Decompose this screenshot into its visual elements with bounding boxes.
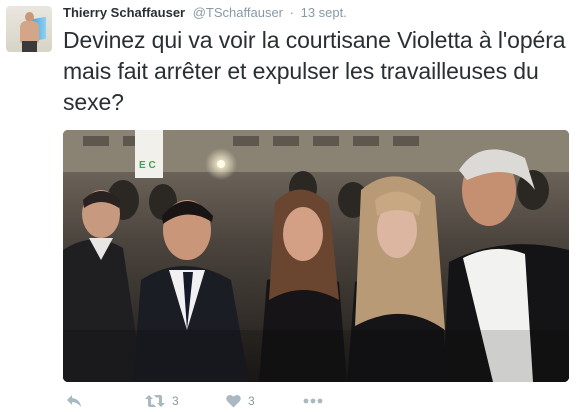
- retweet-count: 3: [172, 394, 179, 408]
- retweet-icon: [145, 395, 165, 407]
- reply-button[interactable]: [66, 391, 82, 411]
- reply-icon: [67, 395, 81, 407]
- avatar-body-shape: [20, 21, 39, 43]
- more-dots-icon: [303, 398, 323, 404]
- like-button[interactable]: 3: [226, 391, 255, 411]
- retweet-button[interactable]: 3: [145, 391, 179, 411]
- author-name[interactable]: Thierry Schaffauser: [63, 5, 185, 20]
- tweet-card: Thierry Schaffauser @TSchaffauser · 13 s…: [0, 0, 580, 412]
- tweet-photo[interactable]: E C: [63, 130, 569, 382]
- photo-vignette: [63, 330, 569, 382]
- tweet-header: Thierry Schaffauser @TSchaffauser · 13 s…: [63, 5, 347, 21]
- building-windows: [83, 136, 419, 146]
- lamp: [217, 160, 225, 168]
- avatar-legs-shape: [22, 41, 37, 52]
- author-handle[interactable]: @TSchaffauser: [193, 5, 283, 20]
- action-bar: 3 3: [63, 391, 563, 411]
- banner-text: E C: [139, 160, 156, 171]
- tweet-text: Devinez qui va voir la courtisane Violet…: [63, 27, 566, 115]
- photo-scene: E C: [63, 130, 569, 382]
- avatar[interactable]: [6, 6, 52, 52]
- heart-icon: [226, 394, 241, 408]
- header-separator: ·: [289, 5, 294, 20]
- like-count: 3: [248, 394, 255, 408]
- tweet-timestamp[interactable]: 13 sept.: [301, 5, 347, 20]
- more-button[interactable]: [303, 391, 323, 411]
